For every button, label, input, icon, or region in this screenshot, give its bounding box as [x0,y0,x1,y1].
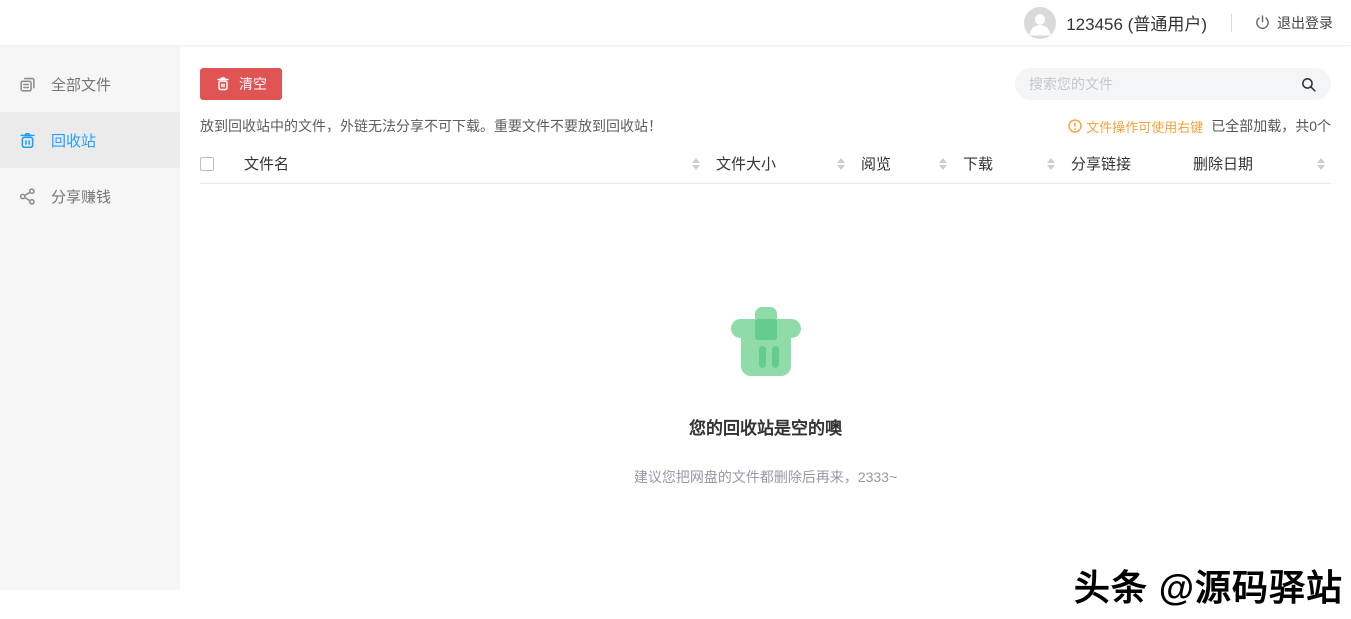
sort-icon[interactable] [692,157,700,170]
sort-icon[interactable] [837,157,845,170]
divider [1231,13,1232,32]
main-content: 清空 放到回收站中的文件，外链无法分享不可下载。重要文件不要放到回收站！ [180,46,1351,590]
column-label: 分享链接 [1071,156,1132,173]
sidebar-item-recycle-bin[interactable]: 回收站 [0,112,180,168]
sidebar-item-label: 回收站 [51,132,97,150]
column-label: 文件大小 [716,156,777,173]
toolbar: 清空 [200,68,1331,100]
empty-state: 您的回收站是空的噢 建议您把网盘的文件都删除后再来，2333~ [200,302,1331,487]
username: 123456 (普通用户) [1066,15,1207,34]
column-label: 删除日期 [1193,156,1254,173]
empty-trash-icon [730,307,801,376]
notice-bar: 放到回收站中的文件，外链无法分享不可下载。重要文件不要放到回收站！ 文件操作可使… [200,116,1331,136]
logout-label: 退出登录 [1277,14,1333,31]
search-box [1015,68,1331,100]
sidebar-item-label: 全部文件 [51,76,112,94]
sidebar-item-label: 分享赚钱 [51,188,112,206]
clear-recycle-button[interactable]: 清空 [200,68,282,100]
select-all-cell [200,156,244,171]
column-filesize[interactable]: 文件大小 [716,153,851,174]
column-filename[interactable]: 文件名 [244,153,706,174]
sidebar: 全部文件 回收站 分享赚钱 [0,46,180,590]
share-icon [19,187,35,205]
empty-title: 您的回收站是空的噢 [689,419,842,438]
column-label: 文件名 [244,156,290,173]
trash-icon [20,132,35,148]
user-avatar-icon [1024,6,1057,39]
column-label: 下载 [963,156,994,173]
column-download[interactable]: 下载 [963,153,1061,174]
files-icon [20,77,35,92]
info-icon [1068,119,1082,133]
column-delete-date[interactable]: 删除日期 [1193,153,1331,174]
select-all-checkbox[interactable] [200,156,214,171]
clear-button-label: 清空 [239,76,267,92]
notice-right: 文件操作可使用右键 已全部加载，共0个 [1068,116,1331,136]
top-bar: 123456 (普通用户) 退出登录 [0,0,1351,46]
table-header: 文件名 文件大小 阅览 下载 分享链接 删除日期 [200,144,1331,184]
empty-subtitle: 建议您把网盘的文件都删除后再来，2333~ [633,469,898,485]
logout-button[interactable]: 退出登录 [1254,13,1333,33]
sort-icon[interactable] [1047,157,1055,170]
avatar[interactable] [1024,6,1057,39]
sidebar-item-all-files[interactable]: 全部文件 [0,56,180,112]
column-share-link[interactable]: 分享链接 [1071,153,1183,174]
right-click-tip: 文件操作可使用右键 [1068,117,1203,136]
column-label: 阅览 [861,156,892,173]
sidebar-item-share-earn[interactable]: 分享赚钱 [0,168,180,224]
recycle-notice-text: 放到回收站中的文件，外链无法分享不可下载。重要文件不要放到回收站！ [200,118,662,134]
watermark: 头条 @源码驿站 [1073,567,1343,608]
load-status: 已全部加载，共0个 [1211,118,1331,134]
tip-label: 文件操作可使用右键 [1086,119,1204,135]
trash-icon [217,77,229,91]
search-input[interactable] [1029,76,1300,92]
power-icon [1256,15,1269,29]
search-icon[interactable] [1300,76,1317,93]
sort-icon[interactable] [1317,157,1325,170]
recycle-bin-page: 123456 (普通用户) 退出登录 全部文件 回收站 分享赚钱 清空 搜索您的… [0,0,1351,619]
column-view[interactable]: 阅览 [861,153,953,174]
user-block: 123456 (普通用户) 退出登录 [1024,6,1333,39]
sort-icon[interactable] [939,157,947,170]
